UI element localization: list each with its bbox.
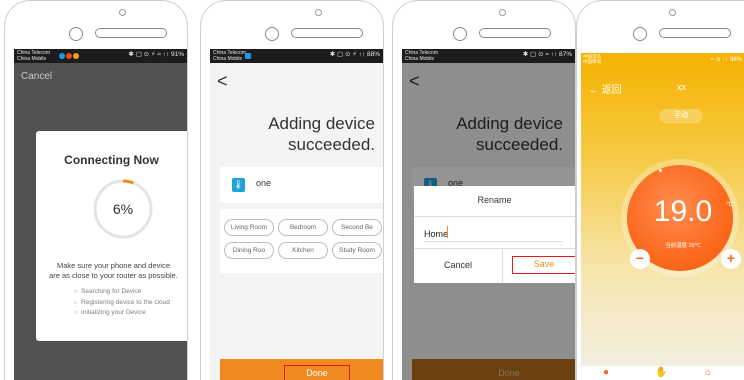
power-icon[interactable]: ● (603, 367, 609, 378)
front-camera (669, 9, 676, 16)
phone-frame-rename: China Telecom China Mobile ✱ ▢ ⊙ ≈ ↑↑ 87… (392, 0, 576, 380)
hand-icon[interactable]: ✋ (655, 367, 667, 378)
status-bar: 中国电信 中国移动 ≈ ⊙ ↑↑ 98% (581, 53, 744, 65)
app-notification-icon (245, 53, 251, 59)
status-bar: China Telecom China Mobile ✱ ▢ ⊙ ≈ ↑↑ 87… (402, 49, 575, 63)
dial-indicator (659, 169, 662, 172)
divider (414, 216, 575, 217)
step-item: Searching for Device (74, 287, 170, 298)
earpiece-speaker (95, 28, 167, 38)
hint-line: Make sure your phone and device (57, 261, 170, 270)
bottom-toolbar: ● ✋ ⌂ (581, 366, 744, 380)
status-icons: ≈ ⊙ ↑↑ 98% (710, 57, 742, 63)
connection-hint: Make sure your phone and device are as c… (40, 261, 187, 281)
step-item: Initializing your Device (74, 308, 170, 319)
room-chips: Living Room Bedroom Second Be Dining Roo… (220, 209, 383, 273)
rename-input[interactable] (424, 226, 563, 242)
status-carrier: China Telecom China Mobile (213, 50, 246, 62)
connection-steps: Searching for Device Registering device … (74, 287, 170, 319)
adding-succeeded-screen: China Telecom China Mobile ✱ ▢ ⊙ ⚡ ↑↑ 88… (210, 49, 383, 380)
heading-line: Adding device (268, 114, 375, 133)
done-bar: Done (220, 359, 383, 380)
sensor (265, 27, 279, 41)
step-item: Registering device to the cloud (74, 298, 170, 309)
app-notification-icon (59, 53, 65, 59)
device-row[interactable]: 🌡 one (220, 167, 383, 203)
device-name: one (256, 178, 272, 188)
cancel-button[interactable]: Cancel (414, 248, 502, 283)
heading-line: succeeded. (288, 135, 375, 154)
earpiece-speaker (291, 28, 363, 38)
status-icons: ✱ ▢ ⊙ ≈ ↑↑ 87% (522, 51, 572, 58)
phone-frame-connecting: China Telecom China Mobile ✱ ▢ ⊙ ⚡ ≈ ↑↑ … (4, 0, 188, 380)
status-carrier: China Telecom China Mobile (17, 50, 50, 62)
done-button[interactable]: Done (284, 365, 350, 380)
phone-frame-thermostat: 中国电信 中国移动 ≈ ⊙ ↑↑ 98% ← 返回 xx 手动 19.0 ℃ 当… (576, 0, 744, 380)
progress-percent: 6% (112, 201, 134, 217)
thermostat-icon: 🌡 (232, 178, 245, 192)
earpiece-speaker (659, 28, 731, 38)
front-camera (119, 9, 126, 16)
room-chip[interactable]: Kitchen (278, 242, 328, 259)
connecting-card: Connecting Now 6% Make sure your phone a… (36, 131, 187, 341)
save-button[interactable]: Save (512, 256, 575, 274)
app-notification-icon (73, 53, 79, 59)
decrease-button[interactable]: − (630, 249, 650, 269)
phone-frame-added: China Telecom China Mobile ✱ ▢ ⊙ ⚡ ↑↑ 88… (200, 0, 384, 380)
lock-icon[interactable]: ⌂ (705, 367, 711, 378)
room-chip[interactable]: Dining Roo (224, 242, 274, 259)
connecting-title: Connecting Now (64, 153, 159, 167)
sensor (453, 27, 467, 41)
room-chip[interactable]: Second Be (332, 219, 382, 236)
sensor (69, 27, 83, 41)
divider (502, 248, 503, 283)
mode-button[interactable]: 手动 (659, 109, 703, 123)
device-title: xx (677, 82, 686, 92)
status-carrier: 中国电信 中国移动 (583, 54, 601, 64)
dialog-title: Rename (477, 195, 512, 205)
current-temperature: 当前温度 29℃ (665, 243, 701, 249)
room-chip[interactable]: Bedroom (278, 219, 328, 236)
room-chip[interactable]: Study Room (332, 242, 382, 259)
rename-screen: China Telecom China Mobile ✱ ▢ ⊙ ≈ ↑↑ 87… (402, 49, 575, 380)
status-icons: ✱ ▢ ⊙ ⚡ ↑↑ 88% (329, 51, 380, 58)
cancel-button[interactable]: Cancel (21, 71, 52, 82)
front-camera (315, 9, 322, 16)
earpiece-speaker (479, 28, 551, 38)
status-icons: ✱ ▢ ⊙ ⚡ ≈ ↑↑ 91% (128, 51, 184, 58)
sensor (633, 27, 647, 41)
back-button[interactable]: < (217, 71, 228, 92)
status-bar: China Telecom China Mobile ✱ ▢ ⊙ ⚡ ≈ ↑↑ … (14, 49, 187, 63)
back-button[interactable]: ← 返回 (589, 81, 622, 96)
app-notification-icon (66, 53, 72, 59)
success-heading: Adding device succeeded. (210, 113, 383, 155)
room-chip[interactable]: Living Room (224, 219, 274, 236)
status-bar: China Telecom China Mobile ✱ ▢ ⊙ ⚡ ↑↑ 88… (210, 49, 383, 63)
status-carrier: China Telecom China Mobile (405, 50, 438, 62)
text-caret (447, 226, 448, 238)
connecting-screen: China Telecom China Mobile ✱ ▢ ⊙ ⚡ ≈ ↑↑ … (14, 49, 187, 380)
rename-dialog: Rename Cancel Save (414, 186, 575, 283)
set-temperature: 19.0 (653, 195, 713, 228)
thermostat-screen: 中国电信 中国移动 ≈ ⊙ ↑↑ 98% ← 返回 xx 手动 19.0 ℃ 当… (581, 53, 744, 380)
front-camera (499, 9, 506, 16)
hint-line: are as close to your router as possible. (49, 271, 178, 280)
temperature-unit: ℃ (726, 202, 733, 208)
increase-button[interactable]: + (721, 249, 741, 269)
